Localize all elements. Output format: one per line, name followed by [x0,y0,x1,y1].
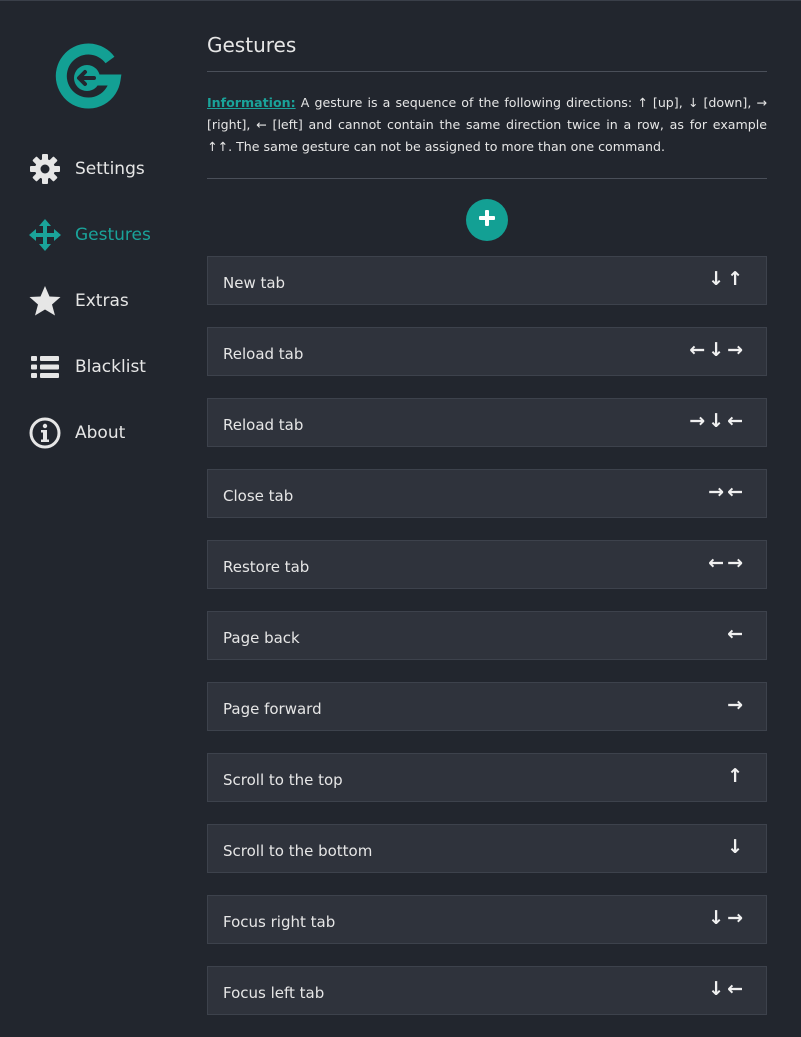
command-label: Page back [223,629,300,647]
gesture-directions: ←↓→ [689,339,746,361]
sidebar-item-label: Gestures [75,225,151,245]
gesture-directions: ← [727,623,746,645]
gesture-row-focus-right-tab[interactable]: Focus right tab ↓→ [207,895,767,944]
gesture-row-scroll-top[interactable]: Scroll to the top ↑ [207,753,767,802]
gesture-directions: →↓← [689,410,746,432]
command-label: Focus left tab [223,984,325,1002]
sidebar-item-extras[interactable]: Extras [28,283,129,319]
command-label: Reload tab [223,416,304,434]
command-label: Page forward [223,700,322,718]
plus-icon [478,209,496,231]
gesture-directions: ←→ [708,552,746,574]
sidebar-item-label: Settings [75,159,145,179]
command-label: Scroll to the top [223,771,343,789]
move-arrows-icon [28,218,62,252]
sidebar: Settings Gestures Extras Blacklist About [0,0,190,1019]
gesture-row-close-tab[interactable]: Close tab →← [207,469,767,518]
sidebar-item-gestures[interactable]: Gestures [28,217,151,253]
sidebar-item-settings[interactable]: Settings [28,151,145,187]
command-label: Close tab [223,487,294,505]
info-box: Information: A gesture is a sequence of … [207,92,767,158]
g-logo-icon [52,40,124,112]
command-label: Reload tab [223,345,304,363]
gesture-directions: →← [708,481,746,503]
command-label: Scroll to the bottom [223,842,373,860]
info-label: Information: [207,95,296,110]
list-icon [28,350,62,384]
gesture-directions: ↓→ [708,907,746,929]
gesture-row-page-forward[interactable]: Page forward → [207,682,767,731]
command-label: Restore tab [223,558,310,576]
sidebar-item-blacklist[interactable]: Blacklist [28,349,146,385]
command-label: New tab [223,274,286,292]
star-icon [28,284,62,318]
gesture-row-reload-tab-2[interactable]: Reload tab →↓← [207,398,767,447]
gesture-row-restore-tab[interactable]: Restore tab ←→ [207,540,767,589]
gear-icon [28,152,62,186]
sidebar-item-about[interactable]: About [28,415,125,451]
divider [207,71,767,72]
gesture-directions: ↓ [727,836,746,858]
gesture-row-scroll-bottom[interactable]: Scroll to the bottom ↓ [207,824,767,873]
gesture-directions: ↓← [708,978,746,1000]
gesture-directions: ↑ [727,765,746,787]
gesture-directions: ↓↑ [708,268,746,290]
gesture-directions: → [727,694,746,716]
gesture-row-reload-tab[interactable]: Reload tab ←↓→ [207,327,767,376]
sidebar-item-label: Extras [75,291,129,311]
sidebar-item-label: Blacklist [75,357,146,377]
gesture-row-page-back[interactable]: Page back ← [207,611,767,660]
info-icon [28,416,62,450]
page-title: Gestures [207,33,297,57]
gesture-row-focus-left-tab[interactable]: Focus left tab ↓← [207,966,767,1015]
command-label: Focus right tab [223,913,336,931]
gesture-row-new-tab[interactable]: New tab ↓↑ [207,256,767,305]
add-gesture-button[interactable] [466,199,508,241]
gesture-list: New tab ↓↑ Reload tab ←↓→ Reload tab →↓←… [207,256,767,1037]
sidebar-item-label: About [75,423,126,443]
divider [207,178,767,179]
